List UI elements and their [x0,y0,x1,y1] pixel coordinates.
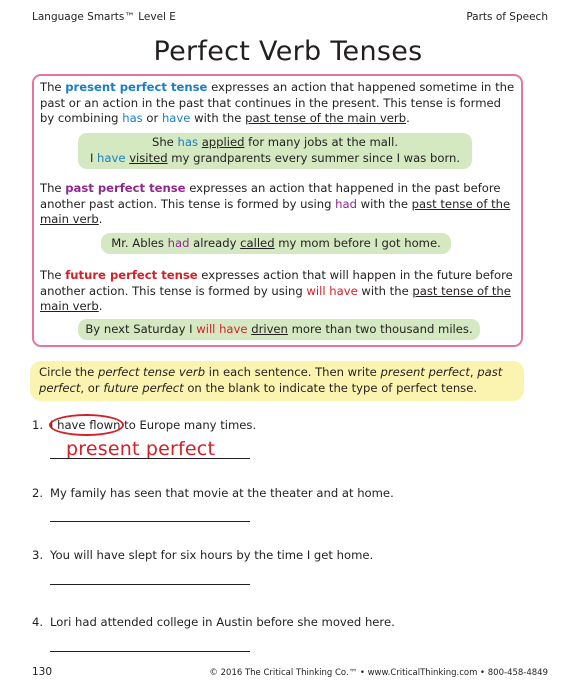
future-perfect-example: By next Saturday I will have driven more… [78,319,480,340]
footer-copyright: © 2016 The Critical Thinking Co.™ • www.… [209,668,548,678]
answer-blank-4[interactable] [50,651,250,652]
header-section: Parts of Speech [466,11,548,23]
answer-1: present perfect [66,438,216,460]
example-sentence: She has applied for many jobs at the mal… [151,135,399,149]
term-future-perfect: future perfect tense [65,268,198,282]
future-perfect-definition: The future perfect tense expresses actio… [40,268,513,313]
instructions-box: Circle the perfect tense verb in each se… [30,361,524,401]
page-number: 130 [32,666,53,678]
exercise-item-4: 4. Lori had attended college in Austin be… [32,615,395,629]
header-book-title: Language Smarts™ Level E [32,11,176,23]
answer-blank-1[interactable] [50,458,250,459]
exercise-item-3: 3. You will have slept for six hours by t… [32,548,374,562]
answer-blank-3[interactable] [50,584,250,585]
example-sentence: I have visited my grandparents every sum… [89,150,461,165]
past-perfect-definition: The past perfect tense expresses an acti… [40,181,511,226]
present-perfect-examples: She has applied for many jobs at the mal… [78,133,472,169]
exercise-item-2: 2. My family has seen that movie at the t… [32,486,394,500]
past-perfect-example: Mr. Ables had already called my mom befo… [101,233,451,254]
term-present-perfect: present perfect tense [65,80,208,94]
present-perfect-definition: The present perfect tense expresses an a… [40,80,515,125]
answer-blank-2[interactable] [50,521,250,522]
term-past-perfect: past perfect tense [65,181,186,195]
page-title: Perfect Verb Tenses [153,36,423,67]
answer-circle [49,414,124,436]
